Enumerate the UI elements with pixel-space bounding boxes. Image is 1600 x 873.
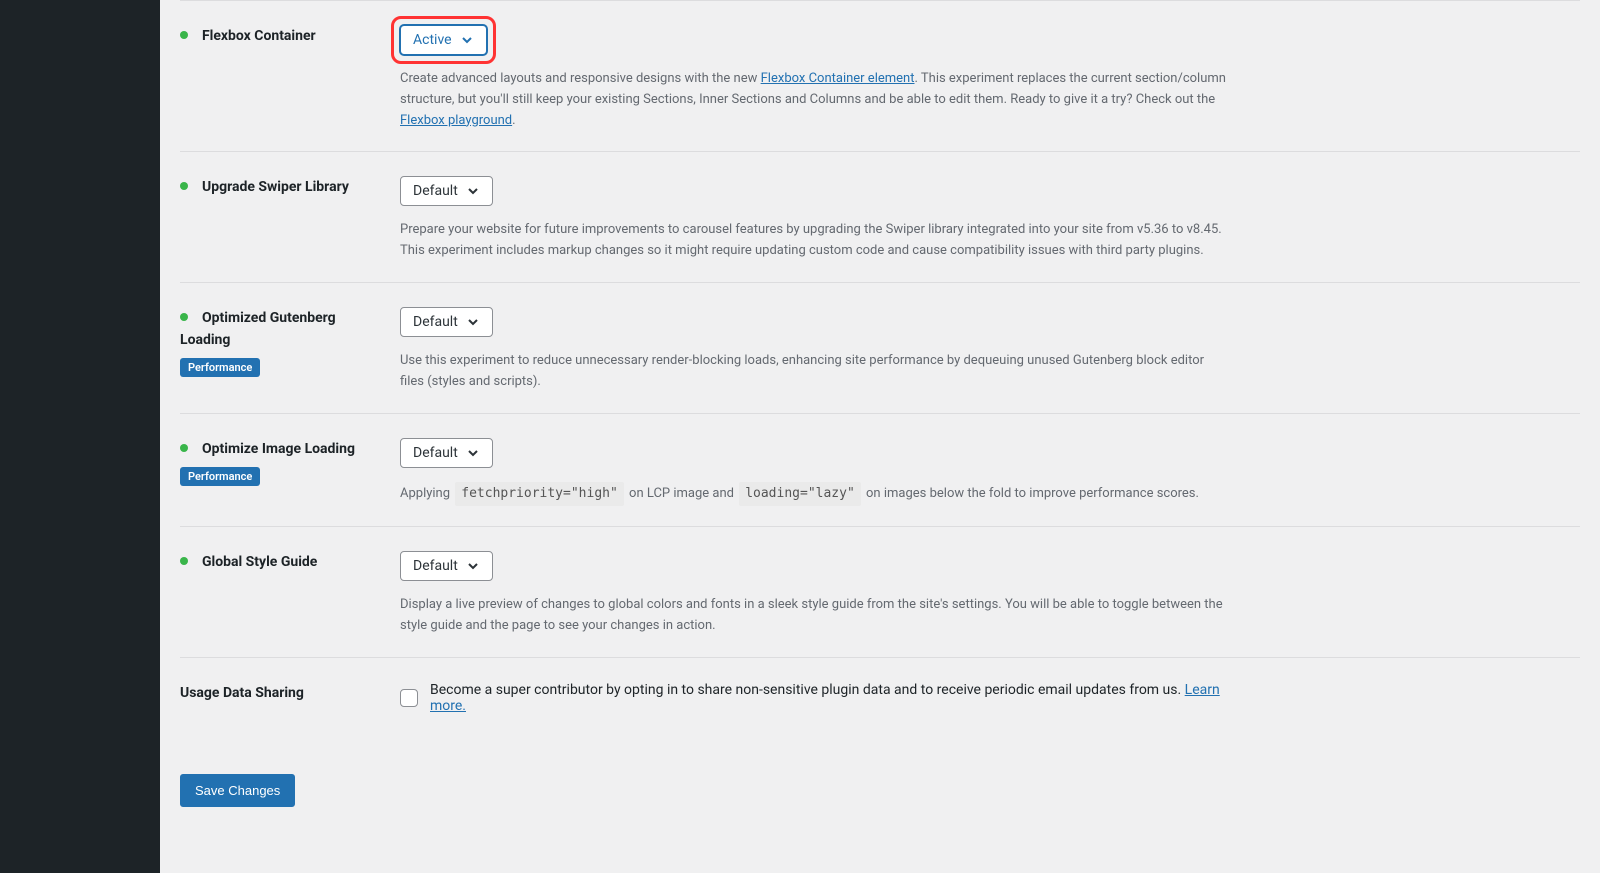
global-style-guide-select[interactable]: Default — [400, 551, 493, 581]
save-changes-wrap: Save Changes — [180, 774, 1580, 807]
setting-label: Global Style Guide — [180, 551, 400, 637]
select-wrapper: Active — [400, 25, 487, 55]
select-value: Active — [413, 32, 452, 48]
flexbox-playground-link[interactable]: Flexbox playground — [400, 113, 512, 128]
setting-label: Usage Data Sharing — [180, 682, 400, 714]
setting-content: Active Create advanced layouts and respo… — [400, 25, 1230, 131]
chevron-down-icon — [460, 33, 474, 47]
setting-row-upgrade-swiper: Upgrade Swiper Library Default Prepare y… — [180, 151, 1580, 282]
usage-data-checkbox[interactable] — [400, 689, 418, 707]
setting-row-global-style-guide: Global Style Guide Default Display a liv… — [180, 526, 1580, 657]
setting-row-optimized-gutenberg: Optimized Gutenberg Loading Performance … — [180, 282, 1580, 413]
select-value: Default — [413, 558, 458, 574]
flexbox-container-element-link[interactable]: Flexbox Container element — [761, 71, 915, 86]
setting-description: Display a live preview of changes to glo… — [400, 595, 1230, 637]
optimize-image-select[interactable]: Default — [400, 438, 493, 468]
setting-content: Default Display a live preview of change… — [400, 551, 1230, 637]
setting-label: Optimized Gutenberg Loading Performance — [180, 307, 400, 393]
status-indicator-icon — [180, 31, 188, 39]
setting-title: Usage Data Sharing — [180, 685, 304, 701]
setting-description: Prepare your website for future improvem… — [400, 220, 1230, 262]
select-value: Default — [413, 314, 458, 330]
setting-title: Global Style Guide — [202, 554, 317, 570]
setting-row-optimize-image: Optimize Image Loading Performance Defau… — [180, 413, 1580, 527]
setting-description: Use this experiment to reduce unnecessar… — [400, 351, 1230, 393]
setting-label: Flexbox Container — [180, 25, 400, 131]
setting-row-usage-data: Usage Data Sharing Become a super contri… — [180, 657, 1580, 734]
status-indicator-icon — [180, 557, 188, 565]
status-indicator-icon — [180, 444, 188, 452]
save-changes-button[interactable]: Save Changes — [180, 774, 295, 807]
setting-description: Applying fetchpriority="high" on LCP ima… — [400, 482, 1230, 507]
setting-content: Default Use this experiment to reduce un… — [400, 307, 1230, 393]
status-indicator-icon — [180, 313, 188, 321]
setting-title: Upgrade Swiper Library — [202, 179, 349, 195]
setting-content: Become a super contributor by opting in … — [400, 682, 1230, 714]
flexbox-container-select[interactable]: Active — [400, 25, 487, 55]
performance-badge: Performance — [180, 467, 260, 486]
main-content: Flexbox Container Active Create advanced… — [160, 0, 1600, 873]
checkbox-label: Become a super contributor by opting in … — [430, 682, 1230, 714]
setting-title: Flexbox Container — [202, 28, 316, 44]
code-snippet: loading="lazy" — [739, 482, 861, 507]
performance-badge: Performance — [180, 358, 260, 377]
status-indicator-icon — [180, 182, 188, 190]
setting-content: Default Applying fetchpriority="high" on… — [400, 438, 1230, 507]
chevron-down-icon — [466, 446, 480, 460]
chevron-down-icon — [466, 315, 480, 329]
code-snippet: fetchpriority="high" — [455, 482, 624, 507]
select-value: Default — [413, 183, 458, 199]
setting-label: Optimize Image Loading Performance — [180, 438, 400, 507]
setting-title: Optimize Image Loading — [202, 441, 355, 457]
setting-row-flexbox-container: Flexbox Container Active Create advanced… — [180, 0, 1580, 151]
setting-label: Upgrade Swiper Library — [180, 176, 400, 262]
upgrade-swiper-select[interactable]: Default — [400, 176, 493, 206]
setting-title: Optimized Gutenberg Loading — [180, 310, 336, 348]
setting-description: Create advanced layouts and responsive d… — [400, 69, 1230, 131]
optimized-gutenberg-select[interactable]: Default — [400, 307, 493, 337]
chevron-down-icon — [466, 559, 480, 573]
setting-content: Default Prepare your website for future … — [400, 176, 1230, 262]
select-value: Default — [413, 445, 458, 461]
admin-sidebar — [0, 0, 160, 873]
chevron-down-icon — [466, 184, 480, 198]
